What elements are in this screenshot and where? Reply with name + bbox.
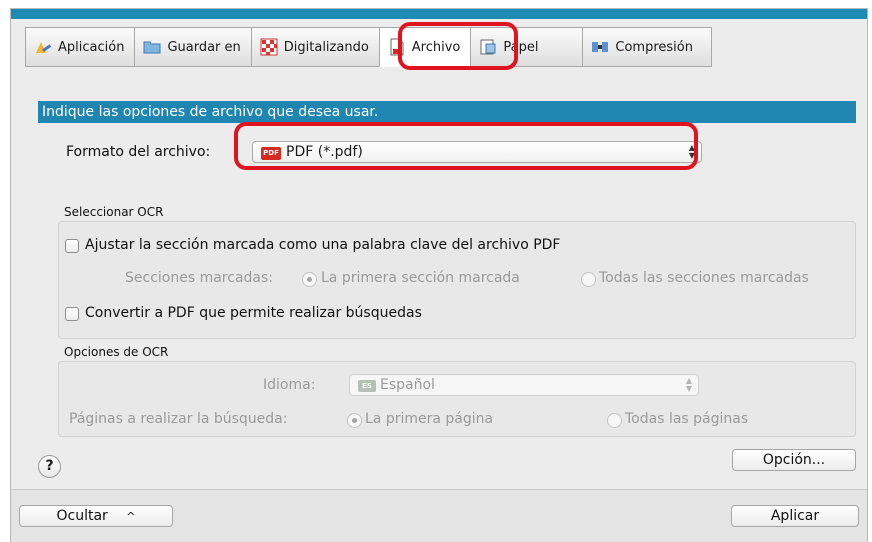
language-label: Idioma: (263, 377, 316, 393)
first-page-radio[interactable] (347, 413, 362, 428)
folder-icon (143, 38, 161, 56)
window-top-accent (11, 9, 867, 19)
select-ocr-group-label: Seleccionar OCR (64, 205, 164, 219)
first-section-label: La primera sección marcada (321, 270, 520, 286)
all-pages-label: Todas las páginas (625, 411, 749, 427)
tab-guardar-en[interactable]: Guardar en (134, 27, 251, 67)
searchable-pdf-checkbox[interactable] (65, 307, 79, 321)
language-flag-icon: ES (358, 380, 376, 392)
option-button[interactable]: Opción... (732, 449, 856, 471)
archivo-tab-highlight (398, 22, 518, 70)
file-format-label: Formato del archivo: (66, 144, 211, 160)
searchable-pdf-label: Convertir a PDF que permite realizar bús… (85, 305, 422, 321)
tab-digitalizando[interactable]: Digitalizando (250, 27, 379, 67)
tab-bar: Aplicación Guardar en Digitalizando Arch… (25, 27, 713, 69)
first-section-radio[interactable] (302, 272, 317, 287)
file-format-highlight (234, 122, 698, 170)
tab-aplicacion[interactable]: Aplicación (25, 27, 135, 67)
search-pages-label: Páginas a realizar la búsqueda: (69, 411, 288, 427)
application-icon (34, 38, 52, 56)
all-sections-label: Todas las secciones marcadas (599, 270, 809, 286)
tab-label: Guardar en (167, 39, 241, 55)
scanning-icon (260, 38, 278, 56)
scan-settings-window: Aplicación Guardar en Digitalizando Arch… (10, 8, 868, 542)
tab-label: Digitalizando (283, 39, 369, 55)
instruction-header: Indique las opciones de archivo que dese… (38, 101, 856, 123)
keyword-checkbox-label: Ajustar la sección marcada como una pala… (85, 237, 561, 253)
all-pages-radio[interactable] (607, 413, 622, 428)
apply-button[interactable]: Aplicar (731, 505, 859, 527)
ocr-options-group: Idioma: ES Español ▲ ▼ Páginas a realizar … (58, 361, 856, 437)
tab-label: Aplicación (58, 39, 125, 55)
updown-arrows-icon: ▲ ▼ (685, 376, 692, 393)
hide-button[interactable]: Ocultar ^ (19, 505, 173, 527)
language-value: Español (380, 377, 435, 393)
all-sections-radio[interactable] (581, 272, 596, 287)
ocr-options-group-label: Opciones de OCR (64, 345, 169, 359)
hide-button-label: Ocultar (56, 508, 108, 524)
first-page-label: La primera página (365, 411, 494, 427)
footer-bar: Ocultar ^ Aplicar (11, 489, 867, 542)
language-select[interactable]: ES Español ▲ ▼ (349, 374, 699, 396)
select-ocr-group: Ajustar la sección marcada como una pala… (58, 221, 856, 339)
chevron-up-icon: ^ (126, 510, 136, 523)
marked-sections-label: Secciones marcadas: (125, 270, 273, 286)
tab-compresion[interactable]: Compresión (582, 27, 713, 67)
keyword-checkbox[interactable] (65, 239, 79, 253)
compression-icon (591, 38, 609, 56)
tab-label: Compresión (615, 39, 693, 55)
help-button[interactable]: ? (38, 455, 61, 478)
